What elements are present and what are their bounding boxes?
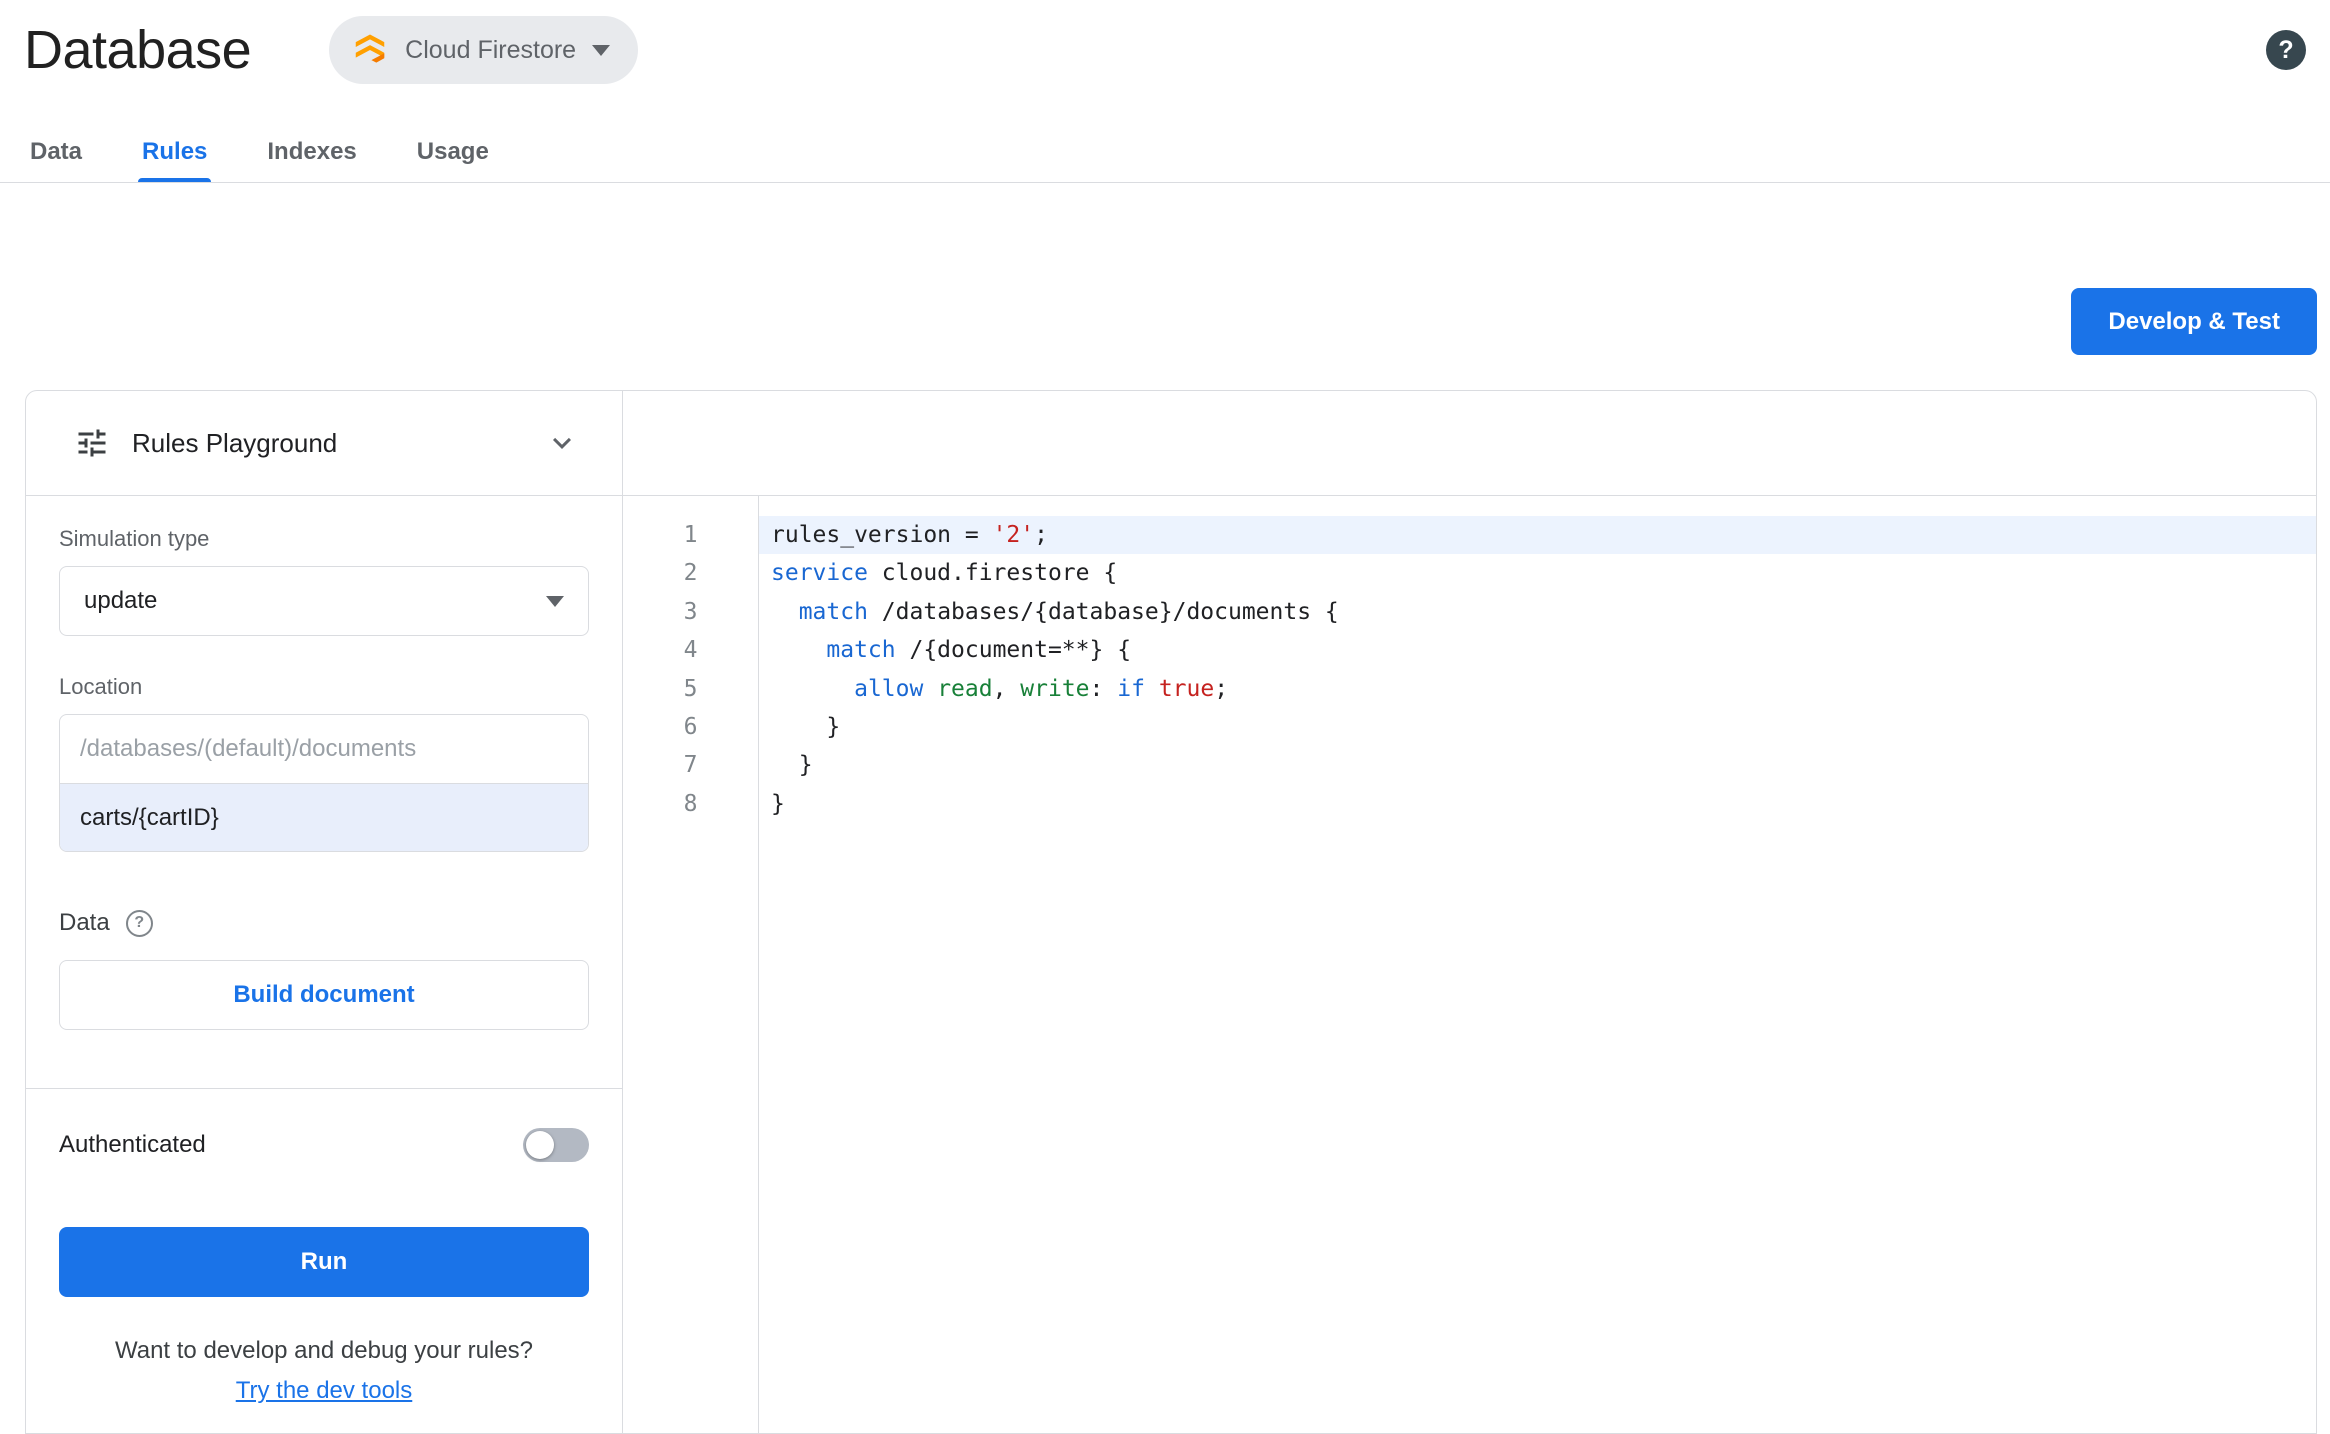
develop-test-button[interactable]: Develop & Test bbox=[2071, 288, 2317, 355]
dev-tools-question: Want to develop and debug your rules? bbox=[114, 1337, 534, 1364]
line-number: 2 bbox=[683, 560, 698, 587]
tab-label: Usage bbox=[416, 137, 489, 165]
line-number: 4 bbox=[683, 637, 698, 664]
code-line[interactable]: } bbox=[759, 785, 2316, 823]
line-number: 1 bbox=[683, 522, 698, 548]
build-document-button[interactable]: Build document bbox=[59, 960, 589, 1030]
rules-panel: Rules Playground Simulation type update … bbox=[25, 390, 2317, 1434]
playground-body: Simulation type update Location /databas… bbox=[26, 496, 622, 1405]
simulation-type-value: update bbox=[84, 587, 158, 614]
location-path-input[interactable]: carts/{cartID} bbox=[60, 783, 588, 851]
data-section-header: Data ? bbox=[59, 908, 589, 938]
rules-editor: 1 2 3 4 5 6 7 8 rules_version = '2'; service clo… bbox=[623, 391, 2316, 1433]
dev-tools-link[interactable]: Try the dev tools bbox=[59, 1377, 589, 1405]
rules-playground-panel: Rules Playground Simulation type update … bbox=[26, 391, 623, 1433]
divider bbox=[26, 1088, 622, 1089]
code-line[interactable]: rules_version = '2'; bbox=[759, 516, 2316, 555]
authenticated-row: Authenticated bbox=[59, 1113, 589, 1177]
product-selector-label: Cloud Firestore bbox=[405, 35, 577, 64]
tab-indexes[interactable]: Indexes bbox=[237, 120, 386, 183]
code-line[interactable]: } bbox=[759, 708, 2316, 746]
tab-label: Data bbox=[30, 137, 83, 165]
data-label: Data bbox=[59, 909, 110, 936]
location-label: Location bbox=[59, 674, 143, 699]
tab-usage[interactable]: Usage bbox=[387, 120, 519, 183]
editor-body: 1 2 3 4 5 6 7 8 rules_version = '2'; service clo… bbox=[623, 496, 2316, 1433]
line-number: 7 bbox=[683, 752, 698, 779]
help-outline-icon[interactable]: ? bbox=[125, 909, 153, 937]
code-line[interactable]: } bbox=[759, 746, 2316, 784]
tune-icon bbox=[74, 425, 110, 461]
tabs: Data Rules Indexes Usage bbox=[0, 120, 519, 183]
line-number: 6 bbox=[683, 714, 698, 741]
location-field-group: /databases/(default)/documents carts/{ca… bbox=[59, 714, 589, 852]
chevron-down-icon bbox=[592, 44, 611, 56]
authenticated-label: Authenticated bbox=[59, 1131, 206, 1158]
help-icon: ? bbox=[2278, 35, 2294, 64]
run-button[interactable]: Run bbox=[59, 1227, 589, 1297]
product-selector[interactable]: Cloud Firestore bbox=[329, 16, 639, 84]
line-number: 5 bbox=[683, 675, 698, 702]
tab-label: Indexes bbox=[267, 137, 357, 165]
code-line[interactable]: match /{document=**} { bbox=[759, 631, 2316, 669]
authenticated-toggle[interactable] bbox=[523, 1128, 589, 1162]
tab-label: Rules bbox=[142, 137, 208, 165]
simulation-type-label: Simulation type bbox=[59, 526, 210, 551]
simulation-type-select[interactable]: update bbox=[59, 566, 589, 636]
location-prefix-input[interactable]: /databases/(default)/documents bbox=[60, 715, 588, 783]
playground-title: Rules Playground bbox=[132, 427, 338, 458]
editor-toolbar bbox=[623, 391, 2316, 496]
tab-rules[interactable]: Rules bbox=[112, 120, 237, 183]
tabs-divider bbox=[0, 182, 2330, 183]
code-line[interactable]: allow read, write: if true; bbox=[759, 670, 2316, 708]
code-line[interactable]: service cloud.firestore { bbox=[759, 554, 2316, 592]
page-title: Database bbox=[24, 20, 252, 80]
toggle-knob bbox=[526, 1131, 554, 1159]
line-number: 8 bbox=[683, 790, 698, 817]
tab-data[interactable]: Data bbox=[0, 120, 112, 183]
editor-code[interactable]: rules_version = '2'; service cloud.firest… bbox=[759, 496, 2316, 1433]
chevron-down-icon bbox=[546, 595, 564, 607]
firestore-icon bbox=[351, 31, 389, 69]
help-button[interactable]: ? bbox=[2266, 30, 2306, 70]
playground-header: Rules Playground bbox=[26, 391, 622, 496]
editor-gutter: 1 2 3 4 5 6 7 8 bbox=[623, 496, 759, 1433]
line-number: 3 bbox=[683, 598, 698, 625]
collapse-chevron-icon[interactable] bbox=[544, 425, 580, 461]
app-header: Database Cloud Firestore ? bbox=[24, 0, 2306, 100]
code-line[interactable]: match /databases/{database}/documents { bbox=[759, 593, 2316, 631]
